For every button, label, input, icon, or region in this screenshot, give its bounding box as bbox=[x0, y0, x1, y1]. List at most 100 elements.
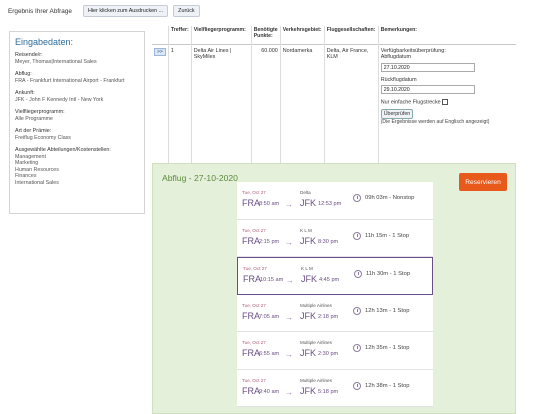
destination-code: JFK bbox=[300, 198, 317, 208]
arrival-time: 2:18 pm bbox=[318, 313, 339, 320]
oneway-label: Nur einfache Flugstrecke bbox=[380, 99, 441, 106]
expand-button[interactable]: >> bbox=[154, 47, 166, 56]
departure-time: 10:15 am bbox=[260, 277, 284, 283]
depart-date-label: Abflugdatum bbox=[380, 54, 411, 60]
origin-code: FRA bbox=[243, 274, 261, 284]
page-title: Ergebnis Ihrer Abfrage bbox=[8, 7, 72, 15]
origin-code: FRA bbox=[242, 310, 260, 321]
check-button[interactable]: Überprüfen bbox=[380, 108, 414, 119]
flight-option[interactable]: Tue, Oct 27 Multiple Airlines FRA 7:05 a… bbox=[237, 294, 433, 332]
clock-icon bbox=[353, 381, 361, 390]
flight-date: Tue, Oct 27 bbox=[242, 302, 266, 308]
departure-time: 9:40 am bbox=[259, 388, 280, 395]
clock-icon bbox=[353, 306, 361, 315]
origin-code: FRA bbox=[242, 198, 260, 208]
destination-code: JFK bbox=[300, 348, 317, 358]
flight-airline: Multiple Airlines bbox=[300, 377, 332, 383]
departure-time: 7:05 am bbox=[259, 313, 280, 320]
row-program: Delta Air Lines | SkyMiles bbox=[191, 43, 252, 175]
header-airlines: Fluggesellschaften: bbox=[324, 26, 379, 44]
header-points: Benötigte Punkte: bbox=[251, 26, 281, 44]
departure-value: FRA - Frankfurt International Airport - … bbox=[15, 77, 125, 84]
flight-airline: K L M bbox=[300, 227, 312, 233]
arrow-right-icon: → bbox=[285, 237, 293, 247]
award-value: Freiflug Economy Class bbox=[15, 134, 71, 141]
traveler-value: Meyer, Thomas|International Sales bbox=[15, 58, 97, 65]
results-table: Treffer: Vielfliegerprogramm: Benötigte … bbox=[152, 26, 516, 175]
destination-code: JFK bbox=[301, 274, 318, 284]
flight-airline: Delta bbox=[300, 190, 311, 195]
flight-date: Tue, Oct 27 bbox=[242, 227, 266, 233]
flight-airline: Multiple Airlines bbox=[300, 340, 332, 345]
arrow-right-icon: → bbox=[285, 387, 293, 397]
flight-list: Tue, Oct 27 Delta FRA 8:50 am → JFK 12:5… bbox=[237, 182, 433, 407]
input-data-panel: Eingabedaten: Reisende/r: Meyer, Thomas|… bbox=[9, 31, 145, 214]
clock-icon bbox=[353, 194, 361, 202]
destination-code: JFK bbox=[300, 310, 317, 321]
award-block: Art der Prämie: Freiflug Economy Class bbox=[15, 128, 139, 141]
flight-option[interactable]: Tue, Oct 27 Multiple Airlines FRA 9:40 a… bbox=[237, 369, 433, 407]
flight-duration: 09h 03m - Nonstop bbox=[365, 195, 415, 201]
departure-flights-panel: Abflug - 27-10-2020 Reservieren Tue, Oct… bbox=[152, 163, 516, 414]
departure-time: 2:15 pm bbox=[259, 238, 280, 245]
header-remarks: Bemerkungen: bbox=[380, 27, 418, 33]
arrival-time: 12:53 pm bbox=[318, 201, 342, 207]
reserve-button[interactable]: Reservieren bbox=[459, 173, 507, 191]
back-button[interactable]: Zurück bbox=[173, 5, 200, 17]
arrow-right-icon: → bbox=[285, 312, 293, 322]
arrow-right-icon: → bbox=[285, 200, 293, 209]
flight-date: Tue, Oct 27 bbox=[242, 377, 266, 383]
results-header-row: Treffer: Vielfliegerprogramm: Benötigte … bbox=[152, 26, 516, 44]
department-item: International Sales bbox=[15, 179, 59, 186]
table-row: >> 1 Delta Air Lines | SkyMiles 60.000 N… bbox=[152, 43, 516, 175]
availability-check: Verfügbarkeitsüberprüfung: Abflugdatum 2… bbox=[378, 43, 516, 175]
row-points: 60.000 bbox=[251, 43, 281, 175]
clock-icon bbox=[353, 344, 361, 352]
origin-code: FRA bbox=[242, 348, 260, 358]
departure-time: 8:50 am bbox=[259, 201, 280, 207]
flight-airline: Multiple Airlines bbox=[300, 302, 332, 308]
flight-option-selected[interactable]: Tue, Oct 27 K L M FRA 10:15 am → JFK 4:4… bbox=[237, 257, 433, 295]
flight-duration: 11h 15m - 1 Stop bbox=[365, 232, 410, 239]
return-date-label: Rückflugdatum bbox=[380, 76, 417, 83]
arrival-value: JFK - John F Kennedy Intl - New York bbox=[15, 96, 104, 103]
return-date-field[interactable]: 29.10.2020 bbox=[380, 85, 475, 94]
header-region: Verkehrsgebiet: bbox=[280, 26, 325, 44]
clock-icon bbox=[354, 270, 362, 278]
expand-cell: >> bbox=[152, 43, 169, 175]
arrival-time: 5:18 pm bbox=[318, 388, 339, 395]
arrival-time: 8:30 pm bbox=[318, 238, 339, 245]
oneway-checkbox[interactable] bbox=[441, 99, 448, 105]
clock-icon bbox=[353, 231, 361, 240]
flight-duration: 12h 35m - 1 Stop bbox=[365, 345, 410, 351]
destination-code: JFK bbox=[300, 385, 317, 396]
departure-time: 6:55 am bbox=[259, 351, 280, 357]
row-index: 1 bbox=[168, 43, 192, 175]
header-treffer: Treffer: bbox=[168, 26, 192, 44]
row-region: Nordamerka bbox=[280, 43, 325, 175]
flight-date: Tue, Oct 27 bbox=[242, 190, 266, 195]
flight-option[interactable]: Tue, Oct 27 Multiple Airlines FRA 6:55 a… bbox=[237, 332, 433, 370]
header-program: Vielfliegerprogramm: bbox=[191, 26, 252, 44]
flight-airline: K L M bbox=[301, 266, 313, 271]
destination-code: JFK bbox=[300, 235, 317, 246]
departure-panel-title: Abflug - 27-10-2020 bbox=[162, 173, 238, 183]
origin-code: FRA bbox=[242, 235, 260, 246]
language-note: (Die Ergebnisse werden auf Englisch ange… bbox=[380, 118, 490, 125]
flight-date: Tue, Oct 27 bbox=[243, 266, 267, 271]
flight-option[interactable]: Tue, Oct 27 K L M FRA 2:15 pm → JFK 8:30… bbox=[237, 219, 433, 257]
arrival-time: 4:45 pm bbox=[319, 277, 340, 283]
arrival-time: 2:30 pm bbox=[318, 351, 339, 357]
traveler-block: Reisende/r: Meyer, Thomas|International … bbox=[15, 52, 139, 65]
depart-date-field[interactable]: 27.10.2020 bbox=[380, 62, 475, 72]
header-expand bbox=[152, 26, 169, 44]
flight-option[interactable]: Tue, Oct 27 Delta FRA 8:50 am → JFK 12:5… bbox=[237, 182, 433, 220]
flight-duration: 12h 13m - 1 Stop bbox=[365, 307, 410, 314]
arrow-right-icon: → bbox=[286, 276, 294, 285]
flight-duration: 11h 30m - 1 Stop bbox=[366, 271, 411, 277]
flight-date: Tue, Oct 27 bbox=[242, 340, 266, 345]
top-toolbar: Ergebnis Ihrer Abfrage Hier klicken zum … bbox=[8, 5, 200, 17]
flight-duration: 12h 38m - 1 Stop bbox=[365, 382, 410, 389]
row-airlines: Delta, Air France, KLM bbox=[324, 43, 379, 175]
print-button[interactable]: Hier klicken zum Ausdrucken ... bbox=[82, 5, 169, 17]
